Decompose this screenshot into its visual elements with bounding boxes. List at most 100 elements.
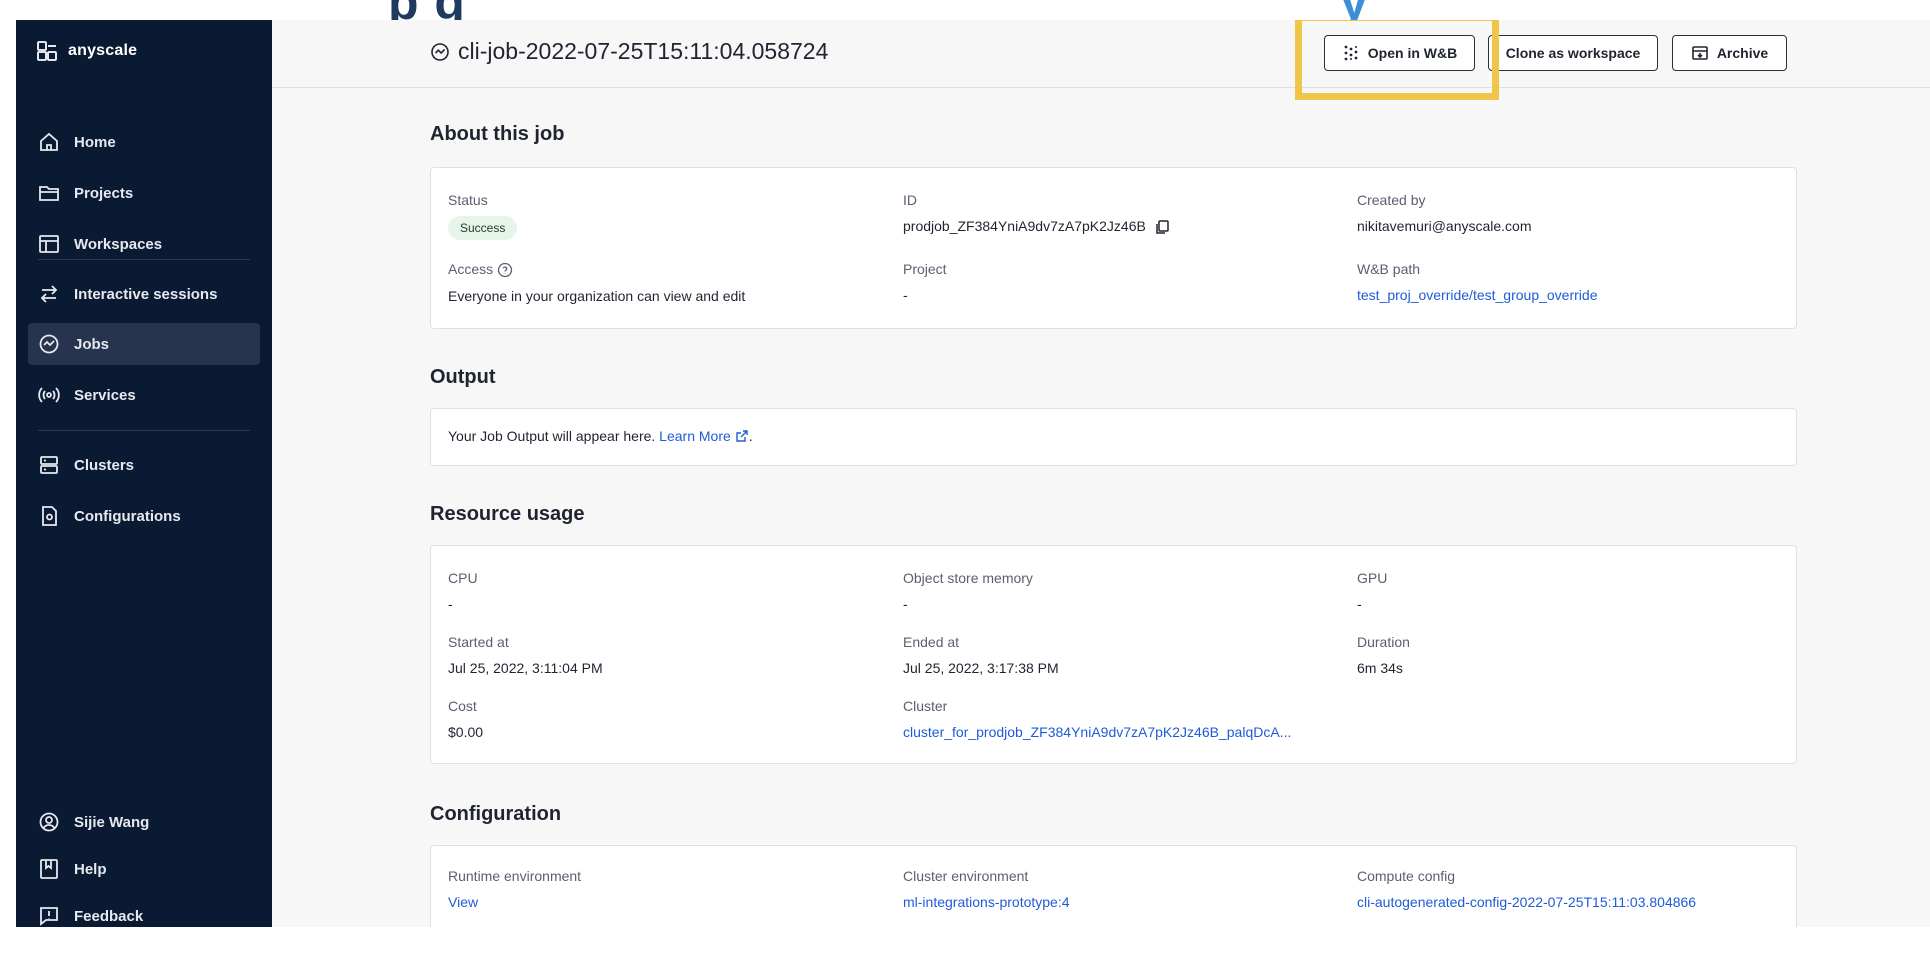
- object-store-value: -: [903, 596, 908, 612]
- cpu-field: CPU -: [448, 570, 478, 612]
- about-section-title: About this job: [430, 123, 565, 145]
- cost-label: Cost: [448, 698, 477, 714]
- broadcast-icon: [38, 387, 60, 403]
- sidebar-item-interactive-sessions[interactable]: Interactive sessions: [28, 273, 260, 315]
- project-field: Project -: [903, 261, 947, 303]
- gpu-field: GPU -: [1357, 570, 1387, 612]
- ended-at-value: Jul 25, 2022, 3:17:38 PM: [903, 660, 1059, 676]
- sidebar-item-label: Jobs: [74, 335, 110, 353]
- sidebar-item-projects[interactable]: Projects: [28, 172, 260, 214]
- created-by-value: nikitavemuri@anyscale.com: [1357, 218, 1532, 234]
- about-card: Status Success ID prodjob_ZF384YniA9dv7z…: [430, 167, 1797, 329]
- workspace-icon: [39, 235, 59, 253]
- gpu-label: GPU: [1357, 570, 1388, 586]
- runtime-env-label: Runtime environment: [448, 868, 582, 884]
- cluster-link[interactable]: cluster_for_prodjob_ZF384YniA9dv7zA7pK2J…: [903, 724, 1291, 740]
- wandb-path-field: W&B path test_proj_override/test_group_o…: [1357, 261, 1597, 303]
- feedback-icon: [40, 907, 58, 926]
- id-text: prodjob_ZF384YniA9dv7zA7pK2Jz46B: [903, 218, 1146, 234]
- output-suffix: .: [748, 428, 753, 444]
- sidebar-item-label: Projects: [74, 184, 134, 202]
- compute-config-label: Compute config: [1357, 868, 1456, 884]
- clone-as-workspace-label: Clone as workspace: [1505, 45, 1641, 61]
- wandb-dots-icon: [1344, 45, 1358, 61]
- sidebar-item-jobs[interactable]: Jobs: [28, 323, 260, 365]
- runtime-env-view-link[interactable]: View: [448, 894, 581, 910]
- resource-card: CPU - Object store memory - GPU - Starte…: [430, 545, 1797, 764]
- resource-section-title: Resource usage: [430, 503, 585, 525]
- cluster-env-link[interactable]: ml-integrations-prototype:4: [903, 894, 1070, 910]
- archive-button[interactable]: Archive: [1672, 35, 1787, 71]
- sidebar-item-feedback[interactable]: Feedback: [28, 895, 260, 927]
- brand-name: anyscale: [68, 42, 138, 59]
- project-label: Project: [903, 261, 947, 277]
- sidebar-item-label: Clusters: [74, 456, 135, 474]
- sidebar-item-label: Help: [74, 860, 107, 878]
- duration-value: 6m 34s: [1357, 660, 1403, 676]
- banner-text-left: p g: [388, 0, 466, 20]
- sidebar-divider: [38, 259, 250, 260]
- sidebar-item-label: Workspaces: [74, 235, 163, 253]
- started-at-label: Started at: [448, 634, 509, 650]
- cluster-label: Cluster: [903, 698, 948, 714]
- sidebar-item-label: Home: [74, 133, 116, 151]
- arrows-icon: [40, 285, 58, 303]
- app-window: anyscale Home Projects Workspaces Intera…: [16, 20, 1930, 927]
- sidebar-item-user[interactable]: Sijie Wang: [28, 801, 260, 843]
- top-banner: p g y: [0, 0, 1930, 20]
- sidebar-item-clusters[interactable]: Clusters: [28, 444, 260, 486]
- config-file-icon: [42, 506, 57, 526]
- anyscale-logo-icon: [37, 41, 57, 61]
- configuration-section-title: Configuration: [430, 803, 562, 825]
- learn-more-label: Learn More: [659, 428, 731, 444]
- cpu-value: -: [448, 596, 453, 612]
- status-field: Status Success: [448, 192, 518, 240]
- id-field: ID prodjob_ZF384YniA9dv7zA7pK2Jz46B: [903, 192, 1170, 235]
- home-icon: [40, 132, 58, 151]
- book-icon: [40, 859, 58, 879]
- jobs-icon: [431, 42, 449, 61]
- main-content: cli-job-2022-07-25T15:11:04.058724 Open …: [272, 20, 1930, 927]
- external-link-icon: [736, 430, 748, 442]
- started-at-field: Started at Jul 25, 2022, 3:11:04 PM: [448, 634, 603, 676]
- open-in-wandb-button[interactable]: Open in W&B: [1324, 35, 1475, 71]
- ended-at-field: Ended at Jul 25, 2022, 3:17:38 PM: [903, 634, 1059, 676]
- sidebar: anyscale Home Projects Workspaces Intera…: [16, 20, 272, 927]
- cluster-env-label: Cluster environment: [903, 868, 1029, 884]
- output-card: Your Job Output will appear here. Learn …: [430, 408, 1797, 466]
- compute-config-link[interactable]: cli-autogenerated-config-2022-07-25T15:1…: [1357, 894, 1696, 910]
- sidebar-item-help[interactable]: Help: [28, 848, 260, 890]
- sidebar-item-configurations[interactable]: Configurations: [28, 495, 260, 537]
- cluster-field: Cluster cluster_for_prodjob_ZF384YniA9dv…: [903, 698, 1291, 740]
- page-title: cli-job-2022-07-25T15:11:04.058724: [430, 38, 828, 65]
- copy-icon[interactable]: [1154, 219, 1170, 235]
- wandb-path-link[interactable]: test_proj_override/test_group_override: [1357, 287, 1597, 303]
- sidebar-item-label: Interactive sessions: [74, 285, 218, 303]
- sidebar-item-services[interactable]: Services: [28, 374, 260, 416]
- object-store-label: Object store memory: [903, 570, 1033, 586]
- clone-as-workspace-button[interactable]: Clone as workspace: [1488, 35, 1658, 71]
- duration-label: Duration: [1357, 634, 1410, 650]
- output-message: Your Job Output will appear here. Learn …: [448, 428, 753, 444]
- banner-text-right: y: [1340, 0, 1369, 20]
- started-at-value: Jul 25, 2022, 3:11:04 PM: [448, 660, 603, 676]
- id-label: ID: [903, 192, 917, 208]
- archive-label: Archive: [1716, 45, 1769, 61]
- folder-icon: [39, 186, 59, 201]
- jobs-icon: [39, 334, 59, 354]
- learn-more-link[interactable]: Learn More: [659, 428, 749, 444]
- output-section-title: Output: [430, 366, 496, 388]
- status-label: Status: [448, 192, 488, 208]
- cost-field: Cost $0.00: [448, 698, 483, 740]
- sidebar-divider: [38, 430, 250, 431]
- sidebar-item-home[interactable]: Home: [28, 121, 260, 163]
- cost-value: $0.00: [448, 724, 484, 740]
- gpu-value: -: [1357, 596, 1362, 612]
- access-label-text: Access: [448, 261, 494, 277]
- sidebar-item-label: Services: [74, 386, 136, 404]
- id-value: prodjob_ZF384YniA9dv7zA7pK2Jz46B: [903, 218, 1170, 235]
- sidebar-item-label: Configurations: [74, 507, 181, 525]
- help-icon[interactable]: [497, 262, 513, 278]
- brand-logo[interactable]: anyscale: [36, 40, 137, 62]
- page-header: cli-job-2022-07-25T15:11:04.058724 Open …: [272, 20, 1930, 100]
